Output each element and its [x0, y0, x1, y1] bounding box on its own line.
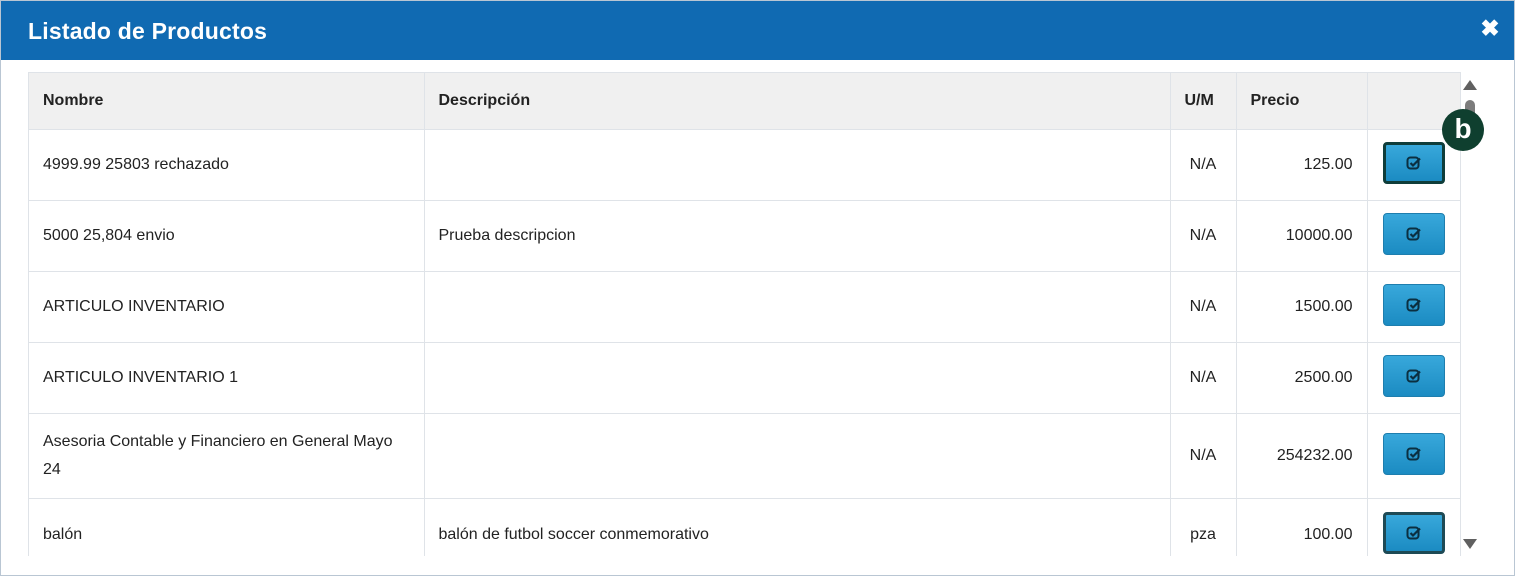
select-product-button[interactable]	[1382, 354, 1445, 397]
check-square-icon	[1406, 156, 1421, 169]
cell-price: 10000.00	[1235, 200, 1368, 272]
table-row: 4999.99 25803 rechazado N/A 125.00	[29, 129, 1460, 201]
cell-description	[423, 129, 1171, 201]
cell-name: balón	[29, 498, 425, 556]
select-product-button[interactable]	[1382, 432, 1445, 475]
select-product-button[interactable]	[1382, 141, 1445, 184]
cell-um: N/A	[1169, 200, 1237, 272]
close-icon[interactable]: ✖	[1478, 15, 1502, 41]
cell-um: N/A	[1169, 271, 1237, 343]
check-square-icon	[1406, 369, 1421, 382]
cell-description	[423, 413, 1171, 499]
products-table-container: Nombre Descripción U/M Precio 4999.99 25…	[28, 72, 1461, 556]
cell-price: 2500.00	[1235, 342, 1368, 414]
cell-um: N/A	[1169, 342, 1237, 414]
cell-price: 254232.00	[1235, 413, 1368, 499]
table-row: balón balón de futbol soccer conmemorati…	[29, 498, 1460, 556]
column-header-price[interactable]: Precio	[1235, 73, 1368, 130]
table-row: Asesoria Contable y Financiero en Genera…	[29, 413, 1460, 499]
column-header-name[interactable]: Nombre	[29, 73, 425, 130]
select-product-button[interactable]	[1382, 283, 1445, 326]
cell-action	[1366, 271, 1460, 343]
cell-name: ARTICULO INVENTARIO	[29, 271, 425, 343]
scroll-up-arrow-icon[interactable]	[1463, 80, 1477, 90]
column-header-description[interactable]: Descripción	[423, 73, 1171, 130]
cell-name: 4999.99 25803 rechazado	[29, 129, 425, 201]
cell-price: 100.00	[1235, 498, 1368, 556]
annotation-badge: b	[1442, 109, 1484, 151]
check-square-icon	[1406, 298, 1421, 311]
cell-description: balón de futbol soccer conmemorativo	[423, 498, 1171, 556]
dialog-title: Listado de Productos	[28, 18, 268, 44]
cell-um: pza	[1169, 498, 1237, 556]
cell-price: 125.00	[1235, 129, 1368, 201]
cell-name: ARTICULO INVENTARIO 1	[29, 342, 425, 414]
cell-action	[1366, 413, 1460, 499]
cell-um: N/A	[1169, 413, 1237, 499]
table-row: ARTICULO INVENTARIO N/A 1500.00	[29, 271, 1460, 343]
cell-name: 5000 25,804 envio	[29, 200, 425, 272]
products-table: Nombre Descripción U/M Precio 4999.99 25…	[29, 73, 1460, 556]
cell-action	[1366, 342, 1460, 414]
column-header-um[interactable]: U/M	[1169, 73, 1237, 130]
cell-um: N/A	[1169, 129, 1237, 201]
cell-price: 1500.00	[1235, 271, 1368, 343]
scroll-down-arrow-icon[interactable]	[1463, 539, 1477, 549]
table-row: ARTICULO INVENTARIO 1 N/A 2500.00	[29, 342, 1460, 414]
table-header-row: Nombre Descripción U/M Precio	[29, 73, 1460, 130]
product-list-dialog: Listado de Productos ✖ Nombre Descripció…	[0, 0, 1515, 576]
table-row: 5000 25,804 envio Prueba descripcion N/A…	[29, 200, 1460, 272]
cell-action	[1366, 498, 1460, 556]
check-square-icon	[1406, 526, 1421, 539]
cell-description	[423, 342, 1171, 414]
cell-name: Asesoria Contable y Financiero en Genera…	[29, 413, 425, 499]
check-square-icon	[1406, 227, 1421, 240]
cell-description: Prueba descripcion	[423, 200, 1171, 272]
dialog-titlebar: Listado de Productos ✖	[1, 1, 1514, 60]
select-product-button[interactable]	[1382, 212, 1445, 255]
cell-description	[423, 271, 1171, 343]
select-product-button[interactable]	[1382, 511, 1445, 554]
cell-action	[1366, 200, 1460, 272]
check-square-icon	[1406, 447, 1421, 460]
